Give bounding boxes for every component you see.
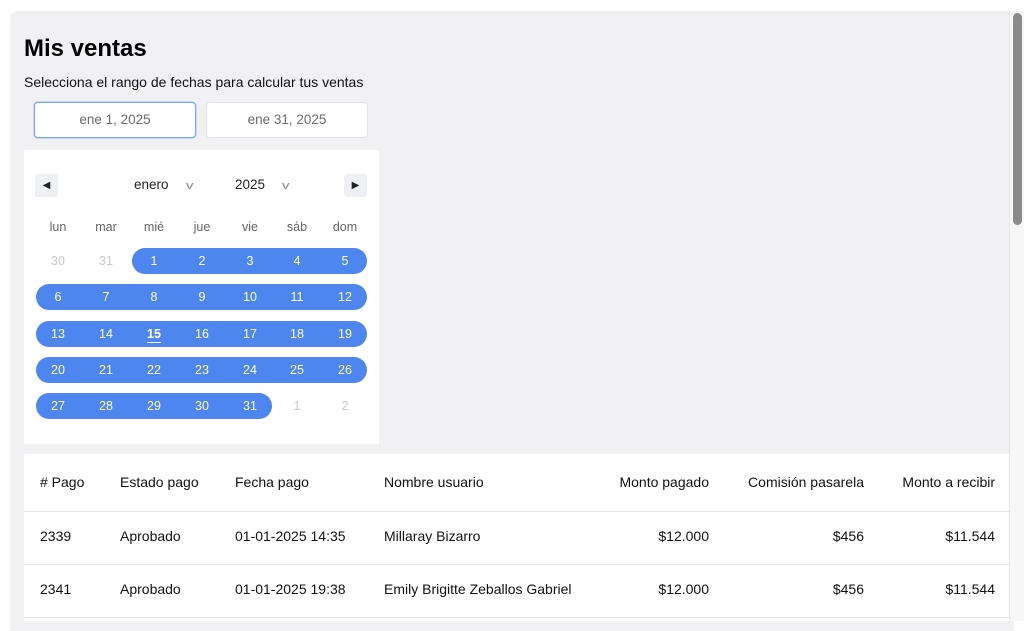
calendar-day[interactable]: 31 (232, 393, 268, 419)
column-header[interactable]: Fecha pago (235, 474, 309, 490)
column-header[interactable]: Monto pagado (619, 474, 709, 490)
calendar-day[interactable]: 24 (232, 357, 268, 383)
calendar-day-outside[interactable]: 30 (40, 248, 76, 274)
calendar-day[interactable]: 2 (184, 248, 220, 274)
weekday-label: vie (242, 220, 258, 234)
calendar-day[interactable]: 22 (136, 357, 172, 383)
calendar-day[interactable]: 1 (136, 248, 172, 274)
calendar-day[interactable]: 25 (279, 357, 315, 383)
column-header[interactable]: Comisión pasarela (748, 474, 864, 490)
column-header[interactable]: # Pago (40, 474, 84, 490)
table-cell: 2341 (40, 581, 72, 597)
page-title: Mis ventas (24, 35, 147, 62)
calendar-day[interactable]: 8 (136, 284, 172, 310)
table-cell: $12.000 (658, 528, 709, 544)
calendar-day[interactable]: 3 (232, 248, 268, 274)
calendar-day[interactable]: 15 (136, 321, 172, 347)
calendar-day[interactable]: 28 (88, 393, 124, 419)
calendar-day[interactable]: 11 (279, 284, 315, 310)
column-header[interactable]: Nombre usuario (384, 474, 484, 490)
table-cell: $12.000 (658, 581, 709, 597)
end-date-input[interactable]: ene 31, 2025 (206, 102, 368, 138)
chevron-down-icon: v (281, 180, 290, 192)
caret-left-icon: ◀ (42, 180, 51, 191)
start-date-input[interactable]: ene 1, 2025 (34, 102, 196, 138)
vertical-scrollbar[interactable] (1009, 11, 1024, 621)
calendar-day[interactable]: 23 (184, 357, 220, 383)
calendar-day[interactable]: 30 (184, 393, 220, 419)
column-header[interactable]: Monto a recibir (902, 474, 995, 490)
year-select[interactable]: 2025 v (235, 177, 290, 192)
calendar-day[interactable]: 18 (279, 321, 315, 347)
table-cell: 01-01-2025 14:35 (235, 528, 346, 544)
weekday-label: sáb (286, 220, 308, 234)
weekday-label: lun (49, 220, 67, 234)
calendar-day[interactable]: 13 (40, 321, 76, 347)
calendar-day[interactable]: 4 (279, 248, 315, 274)
calendar-day[interactable]: 14 (88, 321, 124, 347)
month-select[interactable]: enero v (134, 177, 194, 192)
calendar-day[interactable]: 6 (40, 284, 76, 310)
date-range-calendar: ◀ enero v 2025 v ▶ lun mar mié jue vie sáb dom 3… (24, 150, 379, 444)
table-cell: $456 (832, 581, 864, 597)
calendar-day[interactable]: 29 (136, 393, 172, 419)
table-cell: Millaray Bizarro (384, 528, 481, 544)
calendar-day[interactable]: 20 (40, 357, 76, 383)
table-cell: 01-01-2025 19:38 (235, 581, 346, 597)
calendar-day[interactable]: 21 (88, 357, 124, 383)
calendar-day[interactable]: 7 (88, 284, 124, 310)
weekday-label: mié (143, 220, 165, 234)
month-select-value: enero (134, 177, 169, 192)
table-cell: Emily Brigitte Zeballos Gabriel (384, 581, 572, 597)
calendar-day[interactable]: 27 (40, 393, 76, 419)
calendar-day[interactable]: 26 (327, 357, 363, 383)
calendar-day[interactable]: 16 (184, 321, 220, 347)
weekday-label: jue (193, 220, 211, 234)
calendar-day[interactable]: 9 (184, 284, 220, 310)
calendar-day[interactable]: 17 (232, 321, 268, 347)
table-cell: Aprobado (120, 581, 181, 597)
calendar-day[interactable]: 10 (232, 284, 268, 310)
calendar-day[interactable]: 5 (327, 248, 363, 274)
chevron-down-icon: v (185, 180, 194, 192)
scrollbar-thumb[interactable] (1013, 13, 1022, 225)
caret-right-icon: ▶ (351, 180, 360, 191)
table-cell: $456 (832, 528, 864, 544)
table-cell: $11.544 (945, 581, 995, 597)
row-divider (24, 564, 1010, 565)
page-subtitle: Selecciona el rango de fechas para calcu… (24, 74, 364, 90)
calendar-day-outside[interactable]: 2 (327, 393, 363, 419)
row-divider (24, 617, 1010, 618)
calendar-day[interactable]: 19 (327, 321, 363, 347)
sales-table: # Pago Estado pago Fecha pago Nombre usuari… (24, 454, 1010, 621)
header-divider (24, 511, 1010, 512)
table-cell: $11.544 (945, 528, 995, 544)
weekday-label: mar (95, 220, 117, 234)
next-month-button[interactable]: ▶ (344, 174, 367, 197)
prev-month-button[interactable]: ◀ (35, 174, 58, 197)
weekday-label: dom (332, 220, 358, 234)
column-header[interactable]: Estado pago (120, 474, 199, 490)
table-cell: Aprobado (120, 528, 181, 544)
calendar-day-outside[interactable]: 1 (279, 393, 315, 419)
calendar-day-outside[interactable]: 31 (88, 248, 124, 274)
table-cell: 2339 (40, 528, 72, 544)
calendar-day[interactable]: 12 (327, 284, 363, 310)
year-select-value: 2025 (235, 177, 266, 192)
